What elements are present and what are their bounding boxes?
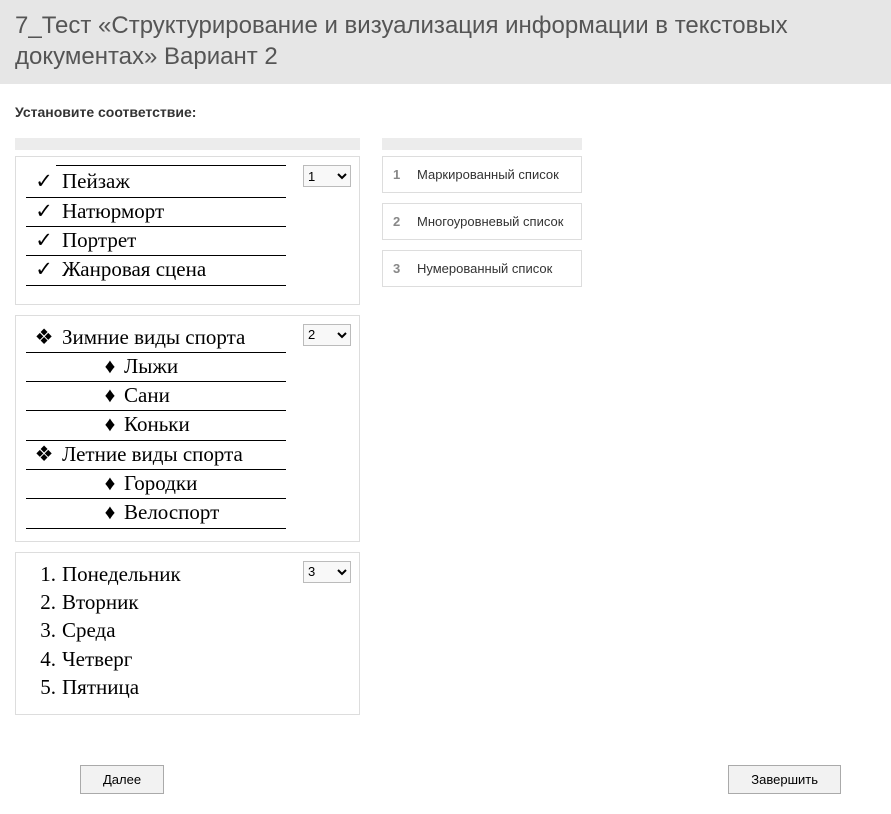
diamond-icon: ♦: [96, 499, 124, 526]
list-item-text: Велоспорт: [124, 499, 219, 526]
answer-option-1: 1 Маркированный список: [382, 156, 582, 193]
list-numbered: 1.Понедельник 2.Вторник 3.Среда 4.Четвер…: [26, 561, 286, 702]
footer: Далее Завершить: [0, 745, 891, 814]
list-subitem: ♦Сани: [26, 382, 286, 411]
list-item-text: Жанровая сцена: [62, 256, 206, 283]
right-column: 1 Маркированный список 2 Многоуровневый …: [382, 138, 582, 297]
instruction-text: Установите соответствие:: [15, 104, 876, 120]
match-card-2: 1 2 3 ❖Зимние виды спорта ♦Лыжи ♦Сани ♦К…: [15, 315, 360, 542]
left-header-bar: [15, 138, 360, 150]
check-icon: ✓: [26, 256, 62, 283]
list-subitem: ♦Городки: [26, 470, 286, 499]
check-icon: ✓: [26, 168, 62, 195]
list-subitem: ♦Велоспорт: [26, 499, 286, 528]
list-item-text: Лыжи: [124, 353, 178, 380]
match-card-1: 1 2 3 ✓Пейзаж ✓Натюрморт ✓Портрет ✓Жанро…: [15, 156, 360, 304]
answer-number: 3: [393, 261, 407, 276]
list-item: ✓Натюрморт: [26, 198, 286, 227]
diamond-outline-icon: ❖: [26, 324, 62, 351]
number-marker: 1.: [26, 561, 62, 588]
list-item-text: Понедельник: [62, 561, 181, 588]
match-select-1[interactable]: 1 2 3: [303, 165, 351, 187]
answer-label: Нумерованный список: [417, 261, 552, 276]
answer-label: Маркированный список: [417, 167, 559, 182]
content-area: Установите соответствие: 1 2 3 ✓Пейзаж ✓…: [0, 84, 891, 745]
list-item: ✓Жанровая сцена: [26, 256, 286, 285]
answer-label: Многоуровневый список: [417, 214, 563, 229]
answer-number: 1: [393, 167, 407, 182]
match-card-3: 1 2 3 1.Понедельник 2.Вторник 3.Среда 4.…: [15, 552, 360, 715]
list-item-text: Сани: [124, 382, 170, 409]
list-item: ❖Летние виды спорта: [26, 441, 286, 470]
answer-option-2: 2 Многоуровневый список: [382, 203, 582, 240]
answer-number: 2: [393, 214, 407, 229]
number-marker: 2.: [26, 589, 62, 616]
number-marker: 4.: [26, 646, 62, 673]
list-item: ✓Портрет: [26, 227, 286, 256]
answer-option-3: 3 Нумерованный список: [382, 250, 582, 287]
list-subitem: ♦Коньки: [26, 411, 286, 440]
list-multilevel: ❖Зимние виды спорта ♦Лыжи ♦Сани ♦Коньки …: [26, 324, 286, 529]
match-columns: 1 2 3 ✓Пейзаж ✓Натюрморт ✓Портрет ✓Жанро…: [15, 138, 876, 725]
number-marker: 3.: [26, 617, 62, 644]
diamond-icon: ♦: [96, 353, 124, 380]
list-item-text: Портрет: [62, 227, 136, 254]
diamond-icon: ♦: [96, 470, 124, 497]
list-bulleted: ✓Пейзаж ✓Натюрморт ✓Портрет ✓Жанровая сц…: [26, 165, 286, 291]
list-item: ❖Зимние виды спорта: [26, 324, 286, 353]
diamond-outline-icon: ❖: [26, 441, 62, 468]
list-item: 1.Понедельник: [26, 561, 286, 589]
list-item-text: Городки: [124, 470, 197, 497]
page-header: 7_Тест «Структурирование и визуализация …: [0, 0, 891, 84]
list-item-text: Среда: [62, 617, 116, 644]
finish-button[interactable]: Завершить: [728, 765, 841, 794]
page-title: 7_Тест «Структурирование и визуализация …: [15, 10, 876, 72]
list-item-text: Коньки: [124, 411, 190, 438]
check-icon: ✓: [26, 227, 62, 254]
left-column: 1 2 3 ✓Пейзаж ✓Натюрморт ✓Портрет ✓Жанро…: [15, 138, 360, 725]
diamond-icon: ♦: [96, 382, 124, 409]
next-button[interactable]: Далее: [80, 765, 164, 794]
diamond-icon: ♦: [96, 411, 124, 438]
right-header-bar: [382, 138, 582, 150]
list-item-text: Пейзаж: [62, 168, 130, 195]
list-item: 5.Пятница: [26, 674, 286, 702]
list-item-text: Натюрморт: [62, 198, 164, 225]
list-item-text: Пятница: [62, 674, 139, 701]
check-icon: ✓: [26, 198, 62, 225]
number-marker: 5.: [26, 674, 62, 701]
list-item: 2.Вторник: [26, 589, 286, 617]
match-select-3[interactable]: 1 2 3: [303, 561, 351, 583]
list-item-text: Зимние виды спорта: [62, 324, 245, 351]
list-item: 3.Среда: [26, 617, 286, 645]
list-item-text: Четверг: [62, 646, 132, 673]
underline: [56, 165, 286, 166]
list-item-text: Вторник: [62, 589, 139, 616]
list-subitem: ♦Лыжи: [26, 353, 286, 382]
list-item-text: Летние виды спорта: [62, 441, 243, 468]
list-item: 4.Четверг: [26, 646, 286, 674]
match-select-2[interactable]: 1 2 3: [303, 324, 351, 346]
list-item: ✓Пейзаж: [26, 168, 286, 197]
